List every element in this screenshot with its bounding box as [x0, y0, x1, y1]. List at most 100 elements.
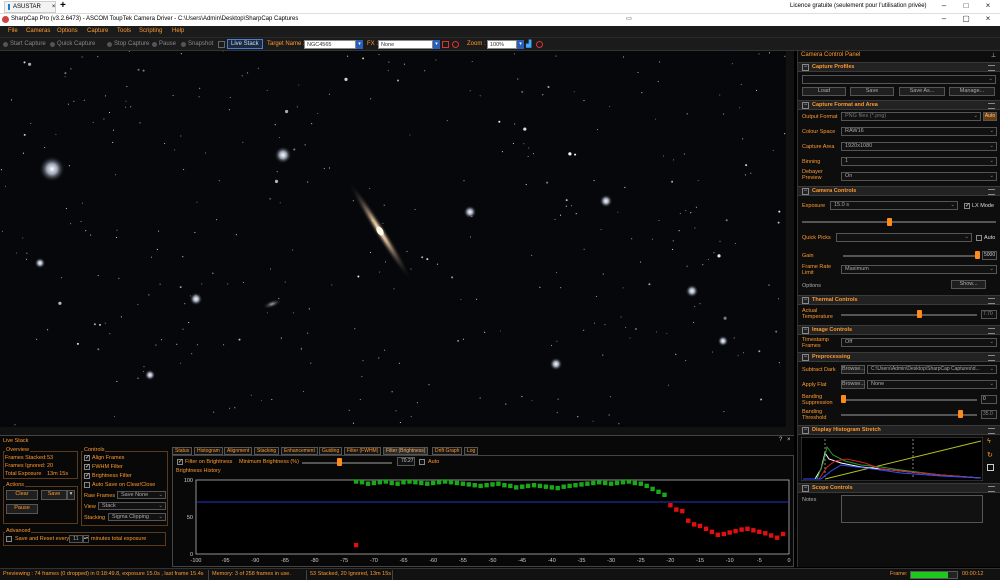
gain-value[interactable]: 5000 — [982, 251, 997, 260]
fwhm-filter-checkbox[interactable] — [84, 463, 90, 470]
collapse-icon[interactable]: − — [802, 485, 809, 492]
menu-icon[interactable] — [988, 486, 995, 492]
menu-file[interactable]: File — [8, 28, 18, 34]
raw-frames-select[interactable]: Save None ⌄ — [117, 491, 166, 499]
menu-icon[interactable] — [988, 328, 995, 334]
image-controls-header[interactable]: − Image Controls — [798, 325, 1000, 335]
histogram-header[interactable]: − Display Histogram Stretch — [798, 425, 1000, 435]
tab-alignment[interactable]: Alignment — [224, 447, 253, 455]
collapse-icon[interactable]: − — [802, 427, 809, 434]
lx-mode-checkbox[interactable] — [964, 202, 970, 209]
banding-threshold-handle[interactable] — [958, 410, 963, 418]
min-brightness-slider[interactable] — [302, 462, 392, 464]
snapshot-button[interactable]: Snapshot — [181, 41, 213, 47]
close-icon[interactable]: × — [52, 4, 56, 10]
save-icon[interactable] — [987, 464, 994, 471]
output-format-select[interactable]: PNG files (*.png) ⌄ — [841, 112, 981, 121]
live-stack-button[interactable]: Live Stack — [227, 39, 263, 49]
target-icon[interactable] — [452, 41, 459, 48]
new-tab-button[interactable]: + — [60, 0, 66, 11]
save-reset-minutes-input[interactable]: 11 — [69, 535, 83, 543]
settings-icon[interactable] — [218, 41, 225, 48]
refresh-icon[interactable]: ↻ — [987, 451, 993, 459]
dark-path-select[interactable]: C:\Users\Admin\Desktop\SharpCap Captures… — [867, 365, 997, 374]
save-stack-button[interactable]: Save — [41, 490, 67, 500]
lightning-icon[interactable]: ϟ — [987, 438, 991, 445]
restore-icon[interactable]: ▢ — [962, 15, 970, 23]
tab-drift-graph[interactable]: Drift Graph — [432, 447, 463, 455]
horizontal-scrollbar[interactable] — [0, 427, 794, 435]
camera-controls-header[interactable]: − Camera Controls — [798, 186, 1000, 196]
exposure-input[interactable]: 15.0 s ⌄ — [830, 201, 958, 210]
quick-picks-select[interactable]: ⌄ — [836, 233, 972, 242]
menu-scripting[interactable]: Scripting — [139, 28, 162, 34]
browse-flat-button[interactable]: Browse... — [841, 380, 865, 389]
tab-guiding[interactable]: Guiding — [319, 447, 343, 455]
menu-icon[interactable] — [988, 298, 995, 304]
collapse-icon[interactable]: − — [802, 354, 809, 361]
tab-status[interactable]: Status — [172, 447, 193, 455]
capture-profiles-header[interactable]: − Capture Profiles — [798, 62, 1000, 72]
gain-slider[interactable] — [843, 255, 978, 257]
banding-threshold-slider[interactable] — [841, 414, 977, 416]
colour-space-select[interactable]: RAW16 ⌄ — [841, 127, 997, 136]
pin-icon[interactable]: ⊥ — [991, 52, 996, 59]
collapse-icon[interactable]: − — [802, 188, 809, 195]
tab-filter-brightness[interactable]: Filter (Brightness) — [383, 447, 429, 455]
browser-tab[interactable]: ASUSTAR × — [4, 1, 56, 13]
binning-select[interactable]: 1 ⌄ — [841, 157, 997, 166]
help-icon[interactable]: ? — [779, 437, 782, 443]
stop-capture-button[interactable]: Stop Capture — [107, 41, 149, 47]
histogram-icon[interactable]: ▟ — [526, 40, 531, 48]
view-select[interactable]: Stack ⌄ — [98, 502, 166, 510]
vertical-scrollbar[interactable] — [786, 51, 794, 427]
target-name-input[interactable]: NGC4565 — [304, 40, 356, 49]
timestamp-select[interactable]: Off ⌄ — [841, 338, 997, 347]
collapse-icon[interactable]: − — [802, 327, 809, 334]
zoom-select[interactable]: 100% — [487, 40, 517, 49]
banding-suppression-handle[interactable] — [841, 395, 846, 403]
scope-controls-header[interactable]: − Scope Controls — [798, 483, 1000, 493]
debayer-select[interactable]: On ⌄ — [841, 172, 997, 181]
stacking-select[interactable]: Sigma Clipping ⌄ — [108, 513, 166, 521]
collapse-icon[interactable]: − — [802, 102, 809, 109]
display-histogram[interactable] — [801, 437, 983, 481]
reticle-icon[interactable] — [536, 41, 543, 48]
menu-tools[interactable]: Tools — [117, 28, 131, 34]
brightness-auto-checkbox[interactable] — [419, 459, 425, 465]
exposure-slider[interactable] — [802, 221, 996, 223]
quick-picks-auto-checkbox[interactable] — [976, 235, 982, 241]
tab-filter-fwhm[interactable]: Filter (FWHM) — [344, 447, 382, 455]
chevron-down-icon[interactable]: ▾ — [356, 40, 363, 49]
auto-format-button[interactable]: Auto — [983, 112, 997, 121]
capture-profile-select[interactable]: ⌄ — [802, 75, 996, 84]
fx-select[interactable]: None — [378, 40, 433, 49]
collapse-icon[interactable]: − — [802, 64, 809, 71]
auto-save-checkbox[interactable] — [84, 482, 90, 488]
image-viewer[interactable] — [0, 51, 786, 427]
collapse-icon[interactable]: − — [802, 297, 809, 304]
save-options-dropdown[interactable]: ▾ — [67, 490, 75, 500]
save-as-profile-button[interactable]: Save As... — [899, 87, 945, 96]
tab-enhancement[interactable]: Enhancement — [281, 447, 318, 455]
pause-button[interactable]: Pause — [152, 41, 176, 47]
browse-dark-button[interactable]: Browse... — [841, 365, 865, 374]
thermal-controls-header[interactable]: − Thermal Controls — [798, 295, 1000, 305]
capture-area-select[interactable]: 1920x1080 ⌄ — [841, 142, 997, 151]
notes-textarea[interactable] — [841, 495, 983, 523]
menu-icon[interactable] — [988, 103, 995, 109]
brightness-filter-checkbox[interactable] — [84, 472, 90, 479]
capture-format-header[interactable]: − Capture Format and Area — [798, 100, 1000, 110]
pause-stack-button[interactable]: Pause — [6, 504, 38, 514]
close-window-icon[interactable]: × — [984, 15, 992, 23]
menu-icon[interactable] — [988, 65, 995, 71]
close-window-icon[interactable]: × — [984, 2, 992, 10]
maximize-icon[interactable]: □ — [962, 2, 970, 10]
clear-stack-button[interactable]: Clear — [6, 490, 38, 500]
chevron-down-icon[interactable]: ▾ — [433, 40, 440, 49]
start-capture-button[interactable]: Start Capture — [3, 41, 46, 47]
save-reset-checkbox[interactable] — [6, 536, 12, 542]
menu-cameras[interactable]: Cameras — [26, 28, 50, 34]
save-profile-button[interactable]: Save — [850, 87, 894, 96]
menu-icon[interactable] — [988, 428, 995, 434]
